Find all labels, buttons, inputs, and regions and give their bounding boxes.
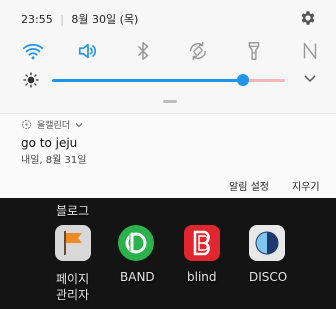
date: 8월 30일 (목) <box>71 13 139 26</box>
chevron-down-icon[interactable] <box>304 74 316 84</box>
nfc-icon[interactable] <box>299 40 321 62</box>
status-separator: | <box>60 13 64 26</box>
calendar-app-icon <box>21 119 32 130</box>
notification-subtitle: 내일, 8월 31일 <box>21 155 87 166</box>
page-manager-icon[interactable] <box>55 225 91 261</box>
notification-app-name: 올캘린더 <box>37 121 71 131</box>
app-label-page-manager-line2: 관리자 <box>56 288 90 302</box>
disco-icon[interactable] <box>249 225 285 261</box>
app-label-page-manager-line1: 페이지 <box>56 272 90 286</box>
brightness-slider[interactable] <box>52 74 285 86</box>
alarm-settings-button[interactable]: 알림 설정 <box>229 178 269 193</box>
gear-icon[interactable] <box>299 9 317 27</box>
brightness-icon <box>23 72 39 88</box>
brightness-slider-thumb[interactable] <box>237 74 249 86</box>
flashlight-icon[interactable] <box>243 40 265 62</box>
clear-button[interactable]: 지우기 <box>292 178 320 193</box>
quick-panel: 23:55 | 8월 30일 (목) <box>0 0 336 113</box>
brightness-slider-fill <box>52 79 243 82</box>
band-icon[interactable] <box>118 225 154 261</box>
app-label-partial: 블로그 <box>56 204 90 218</box>
panel-drag-handle[interactable] <box>163 100 177 103</box>
volume-icon[interactable] <box>77 40 99 62</box>
app-label-blind: blind <box>187 270 217 284</box>
notification-title: go to jeju <box>21 136 78 150</box>
bluetooth-icon[interactable] <box>132 40 154 62</box>
wifi-icon[interactable] <box>22 40 44 62</box>
notification-header: 올캘린더 <box>21 118 83 131</box>
app-label-band: BAND <box>120 270 155 284</box>
auto-rotate-icon[interactable] <box>187 40 209 62</box>
notification-card[interactable]: 올캘린더 go to jeju 내일, 8월 31일 알림 설정 지우기 <box>0 113 336 198</box>
brightness-slider-track <box>243 79 285 82</box>
chevron-down-icon[interactable] <box>75 122 83 128</box>
app-label-disco: DISCO <box>249 270 288 284</box>
home-screen: 블로그 페이지 관리자 BAND blind DISCO <box>0 198 336 309</box>
status-bar: 23:55 | 8월 30일 (목) <box>21 11 138 27</box>
blind-icon[interactable] <box>184 225 220 261</box>
clock: 23:55 <box>21 13 53 26</box>
